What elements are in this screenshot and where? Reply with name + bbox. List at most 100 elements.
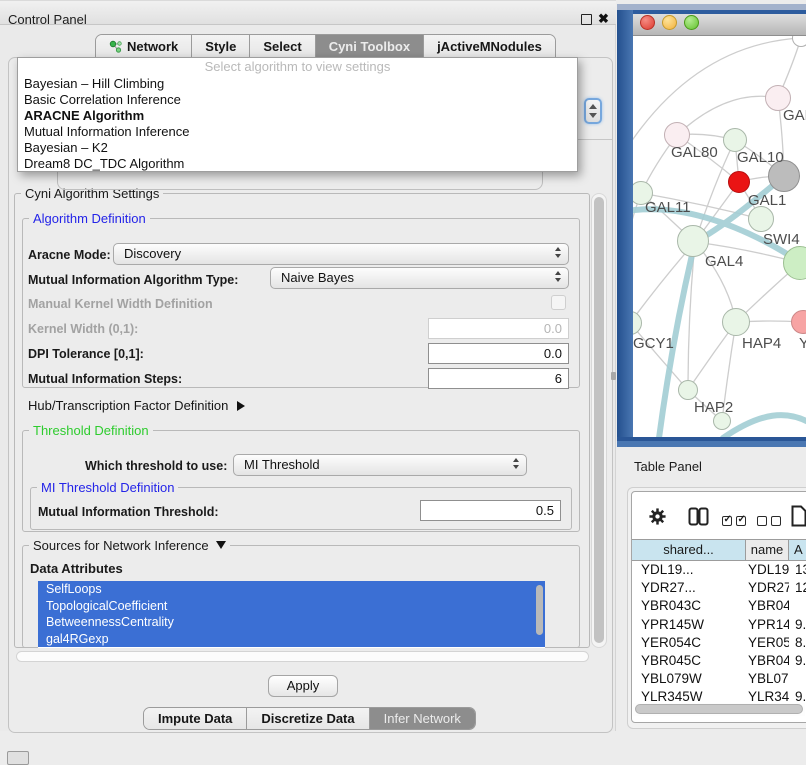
bottom-tabbar: Impute Data Discretize Data Infer Networ… xyxy=(143,707,476,730)
attribute-item[interactable]: TopologicalCoefficient xyxy=(38,598,545,615)
attribute-item[interactable]: BetweennessCentrality xyxy=(38,614,545,631)
panel-divider-grip[interactable] xyxy=(611,372,616,380)
column-header-name[interactable]: name xyxy=(746,540,789,560)
node-gal1-red[interactable] xyxy=(728,171,750,193)
attribute-item[interactable]: gal4RGexp xyxy=(38,631,545,648)
sources-group-title[interactable]: Sources for Network Inference xyxy=(29,538,230,553)
manual-kernel-label: Manual Kernel Width Definition xyxy=(28,297,213,311)
settings-vertical-scrollbar[interactable] xyxy=(591,193,607,648)
tab-cyni-toolbox[interactable]: Cyni Toolbox xyxy=(316,35,424,57)
column-header-shared-name[interactable]: shared... xyxy=(632,540,746,560)
threshold-definition-title: Threshold Definition xyxy=(29,423,153,438)
dropdown-item-selected[interactable]: ARACNE Algorithm xyxy=(18,108,577,124)
control-panel-title: Control Panel xyxy=(8,12,87,27)
node-label: GCY1 xyxy=(633,335,674,352)
node-label: GAL10 xyxy=(737,149,784,166)
list-scrollbar-thumb[interactable] xyxy=(536,585,543,635)
mi-threshold-field[interactable] xyxy=(420,500,561,521)
dpi-tolerance-field[interactable] xyxy=(428,343,569,364)
tab-network-label: Network xyxy=(127,39,178,54)
app-root: { "window": { "title": "Control Panel" }… xyxy=(0,0,806,762)
stepper-icon xyxy=(555,271,561,282)
dropdown-item[interactable]: Mutual Information Inference xyxy=(18,124,577,140)
gear-icon[interactable] xyxy=(648,507,667,526)
aracne-mode-combo[interactable]: Discovery xyxy=(113,243,569,265)
network-window-frame-bottom2 xyxy=(617,441,806,447)
node-hap2[interactable] xyxy=(678,380,698,400)
hidden-border-fragment xyxy=(578,139,612,140)
network-icon xyxy=(109,40,122,53)
select-all-checks-icon[interactable] xyxy=(722,513,750,531)
column-header-clipped[interactable]: A xyxy=(789,540,806,560)
node-hap4[interactable] xyxy=(722,308,750,336)
table-horizontal-scrollbar[interactable] xyxy=(633,703,805,716)
which-threshold-combo[interactable]: MI Threshold xyxy=(233,454,527,476)
table-row[interactable]: YBL079WYBL079W xyxy=(632,670,806,688)
tab-impute-data[interactable]: Impute Data xyxy=(144,708,247,729)
tab-style[interactable]: Style xyxy=(192,35,250,57)
mi-steps-label: Mutual Information Steps: xyxy=(28,372,182,386)
algorithm-dropdown-popup: Select algorithm to view settings Bayesi… xyxy=(17,57,578,172)
tab-select[interactable]: Select xyxy=(250,35,315,57)
dropdown-item[interactable]: Dream8 DC_TDC Algorithm xyxy=(18,156,577,172)
network-window-frame-left xyxy=(617,10,633,447)
deselect-all-checks-icon[interactable] xyxy=(757,513,785,531)
node-label: HAP4 xyxy=(742,335,781,352)
tab-network[interactable]: Network xyxy=(96,35,192,57)
dock-panel-icon[interactable] xyxy=(7,751,29,765)
mi-threshold-group-title: MI Threshold Definition xyxy=(37,480,178,495)
dropdown-item[interactable]: Basic Correlation Inference xyxy=(18,92,577,108)
close-icon[interactable]: ✖ xyxy=(598,11,609,27)
table-row[interactable]: YDR27...YDR27...12 xyxy=(632,579,806,597)
node-label: SWI4 xyxy=(763,231,800,248)
data-attributes-list: SelfLoops TopologicalCoefficient Between… xyxy=(38,581,545,648)
mi-steps-field[interactable] xyxy=(428,368,569,389)
kernel-width-label: Kernel Width (0,1): xyxy=(28,322,138,336)
mi-type-combo[interactable]: Naive Bayes xyxy=(270,267,569,289)
table-body: YDL19...YDL19...13 YDR27...YDR27...12 YB… xyxy=(632,561,806,702)
focused-stepper-fragment[interactable] xyxy=(584,98,602,124)
manual-kernel-checkbox[interactable] xyxy=(551,295,566,310)
stepper-icon xyxy=(513,458,519,469)
dropdown-prompt: Select algorithm to view settings xyxy=(18,58,577,76)
kernel-width-field[interactable] xyxy=(428,318,569,339)
node-label: GAL4 xyxy=(705,253,743,270)
minimize-traffic-light[interactable] xyxy=(662,15,677,30)
dropdown-item[interactable]: Bayesian – Hill Climbing xyxy=(18,76,577,92)
table-header-row: shared... name A xyxy=(632,539,806,561)
node-label: Y xyxy=(799,335,806,352)
columns-icon[interactable] xyxy=(688,507,709,526)
table-row[interactable]: YBR045CYBR045C9. xyxy=(632,652,806,670)
float-window-icon[interactable] xyxy=(581,14,592,25)
dropdown-item[interactable]: Bayesian – K2 xyxy=(18,140,577,156)
node-label: HAP2 xyxy=(694,399,733,416)
hub-definition-section[interactable]: Hub/Transcription Factor Definition xyxy=(28,398,245,413)
node-label: GAL xyxy=(783,107,806,124)
scrollbar-thumb[interactable] xyxy=(635,704,803,714)
table-row[interactable]: YDL19...YDL19...13 xyxy=(632,561,806,579)
zoom-traffic-light[interactable] xyxy=(684,15,699,30)
table-row[interactable]: YBR043CYBR043C xyxy=(632,597,806,615)
attribute-item[interactable]: SelfLoops xyxy=(38,581,545,598)
table-row[interactable]: YPR145WYPR145W9. xyxy=(632,616,806,634)
scrollbar-thumb[interactable] xyxy=(594,197,604,643)
node-gal1[interactable] xyxy=(748,206,774,232)
new-document-icon[interactable] xyxy=(791,505,806,527)
control-panel-titlebar[interactable] xyxy=(0,0,616,25)
algorithm-definition-title: Algorithm Definition xyxy=(29,211,150,226)
table-row[interactable]: YER054CYER054C8. xyxy=(632,634,806,652)
settings-horizontal-scrollbar[interactable] xyxy=(16,651,589,662)
table-row[interactable]: YLR345WYLR345W9. xyxy=(632,688,806,702)
dpi-tolerance-label: DPI Tolerance [0,1]: xyxy=(28,347,144,361)
tab-discretize-data[interactable]: Discretize Data xyxy=(247,708,369,729)
close-traffic-light[interactable] xyxy=(640,15,655,30)
apply-button[interactable]: Apply xyxy=(268,675,338,697)
node-label: GAL1 xyxy=(748,192,786,209)
network-canvas[interactable]: GAL GAL80 GAL10 GAL1 GAL11 SWI4 GAL4 GCY… xyxy=(633,36,806,437)
node-label: GAL80 xyxy=(671,144,718,161)
mi-type-label: Mutual Information Algorithm Type: xyxy=(28,273,238,287)
tab-jactivemnodules[interactable]: jActiveMNodules xyxy=(424,35,555,57)
control-panel-tabbar: Network Style Select Cyni Toolbox jActiv… xyxy=(95,34,556,58)
tab-infer-network[interactable]: Infer Network xyxy=(370,708,475,729)
network-window-titlebar[interactable] xyxy=(633,14,806,36)
